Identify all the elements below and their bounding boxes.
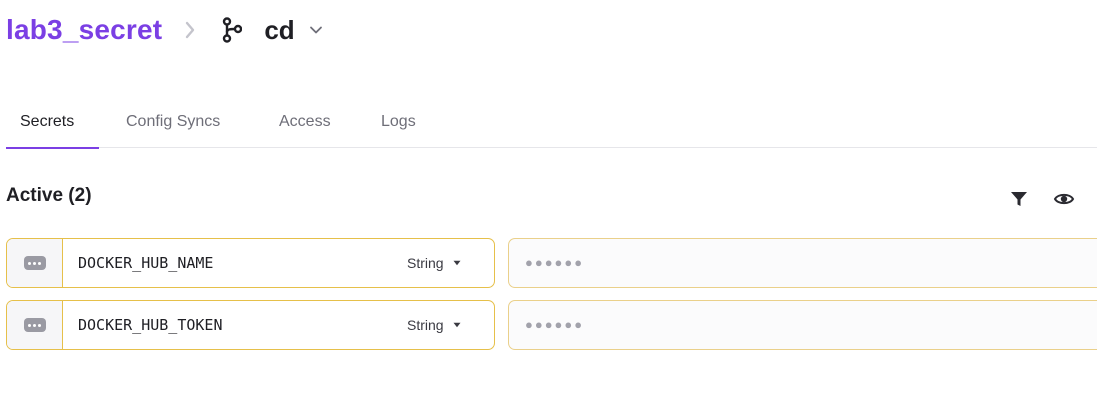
section-title: Active (2) — [6, 185, 92, 206]
secret-value-masked: ●●●●●● — [525, 317, 585, 332]
filter-icon[interactable] — [1009, 189, 1029, 209]
secret-row: DOCKER_HUB_TOKEN String ●●●●●● — [6, 300, 1097, 350]
breadcrumb: lab3_secret cd — [6, 8, 323, 52]
type-select[interactable]: String — [407, 239, 461, 287]
secret-key-field: DOCKER_HUB_TOKEN String — [6, 300, 495, 350]
tab-config-syncs[interactable]: Config Syncs — [126, 103, 220, 148]
chevron-right-icon — [184, 19, 196, 41]
more-horizontal-icon — [23, 256, 46, 270]
secret-value-field[interactable]: ●●●●●● — [508, 300, 1097, 350]
type-select[interactable]: String — [407, 301, 461, 349]
environment-name[interactable]: cd — [264, 15, 294, 46]
secret-key-name[interactable]: DOCKER_HUB_NAME — [78, 239, 213, 287]
type-select-label: String — [407, 255, 444, 271]
secrets-page: lab3_secret cd Secrets Config Syncs Acce… — [0, 0, 1097, 418]
caret-down-icon — [453, 260, 461, 266]
git-branch-icon — [222, 17, 243, 43]
row-menu-button[interactable] — [7, 239, 63, 287]
tab-secrets[interactable]: Secrets — [6, 103, 99, 149]
tab-access[interactable]: Access — [279, 103, 331, 148]
project-link[interactable]: lab3_secret — [6, 14, 162, 46]
secret-row: DOCKER_HUB_NAME String ●●●●●● — [6, 238, 1097, 288]
type-select-label: String — [407, 317, 444, 333]
eye-icon[interactable] — [1053, 188, 1075, 210]
row-menu-button[interactable] — [7, 301, 63, 349]
tab-logs[interactable]: Logs — [381, 103, 416, 148]
chevron-down-icon[interactable] — [309, 23, 323, 37]
tab-bar: Secrets Config Syncs Access Logs — [6, 103, 1097, 149]
secret-value-field[interactable]: ●●●●●● — [508, 238, 1097, 288]
caret-down-icon — [453, 322, 461, 328]
secret-key-field: DOCKER_HUB_NAME String — [6, 238, 495, 288]
more-horizontal-icon — [23, 318, 46, 332]
secret-value-masked: ●●●●●● — [525, 255, 585, 270]
secret-key-name[interactable]: DOCKER_HUB_TOKEN — [78, 301, 223, 349]
